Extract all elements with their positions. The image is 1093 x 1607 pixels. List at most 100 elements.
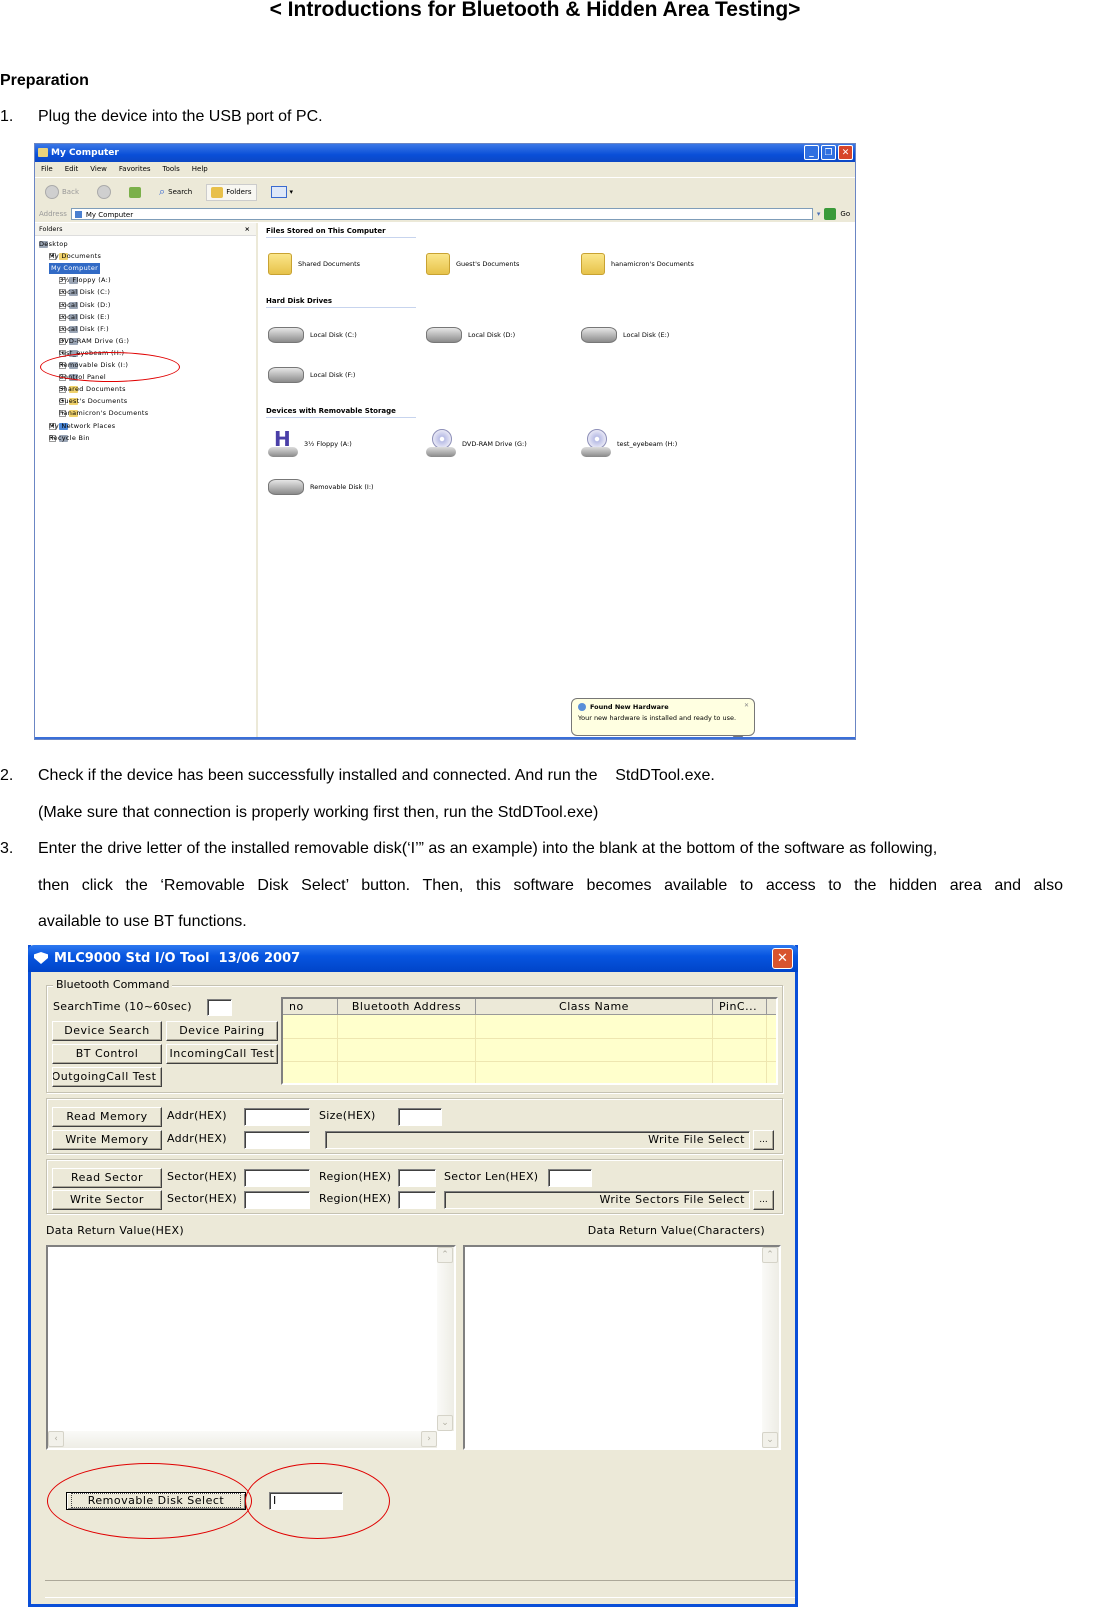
back-button[interactable]: Back [41,183,83,201]
tree-item[interactable]: + Local Disk (C:) [59,287,110,298]
menu-tools[interactable]: Tools [163,162,180,177]
menu-favorites[interactable]: Favorites [119,162,151,177]
tree-item[interactable]: Desktop [39,239,68,250]
restore-icon[interactable]: ❐ [821,145,836,160]
write-file-browse-button[interactable]: ... [753,1130,774,1150]
drive-letter-input[interactable]: I [269,1492,343,1510]
tree-item[interactable]: + My Documents [49,251,101,262]
folders-button[interactable]: Folders [206,183,257,201]
item-local-disk-c[interactable]: Local Disk (C:) [268,327,357,343]
scroll-up-icon[interactable]: ⌃ [437,1247,453,1263]
address-input[interactable]: My Computer [70,207,813,220]
menu-file[interactable]: File [41,162,53,177]
balloon-close-icon[interactable]: ✕ [744,702,749,709]
item-dvd-ram-g[interactable]: DVD-RAM Drive (G:) [426,429,527,459]
tree-item[interactable]: + test_eyebeam (H:) [59,348,124,359]
write-addr-input[interactable] [244,1131,310,1149]
write-sector-button[interactable]: Write Sector [52,1190,162,1210]
write-region-input[interactable] [398,1191,436,1209]
forward-button[interactable] [93,183,115,201]
read-memory-button[interactable]: Read Memory [52,1107,162,1127]
tree-item-label: My Computer [49,263,101,275]
item-local-disk-e[interactable]: Local Disk (E:) [581,327,669,343]
vertical-scrollbar[interactable]: ⌃ ⌄ [437,1247,454,1431]
found-new-hardware-balloon[interactable]: Found New Hardware ✕ Your new hardware i… [571,698,755,739]
item-local-disk-d[interactable]: Local Disk (D:) [426,327,515,343]
device-search-button[interactable]: Device Search [52,1021,162,1041]
column-header-no[interactable]: no [283,999,338,1015]
data-return-chars-output[interactable]: ⌃ ⌄ [463,1245,781,1450]
table-row[interactable] [283,1038,776,1062]
item-removable-disk-i[interactable]: Removable Disk (I:) [268,479,374,495]
scroll-up-icon[interactable]: ⌃ [762,1247,778,1263]
item-guests-documents[interactable]: Guest's Documents [426,253,519,275]
item-test-eyebeam-h[interactable]: test_eyebeam (H:) [581,429,677,459]
column-header-pincode[interactable]: PinC... [713,999,767,1015]
explorer-title-bar: My Computer _ ❐ ✕ [35,144,855,162]
item-hanamicrons-documents[interactable]: hanamicron's Documents [581,253,694,275]
write-memory-button[interactable]: Write Memory [52,1130,162,1150]
write-sectors-file-path[interactable]: Write Sectors File Select [444,1191,750,1209]
column-header-class-name[interactable]: Class Name [476,999,713,1015]
scroll-down-icon[interactable]: ⌄ [762,1432,778,1448]
search-time-input[interactable] [207,999,232,1016]
tree-item[interactable]: + Removable Disk (I:) [59,360,128,371]
read-sector-input[interactable] [244,1169,310,1187]
data-return-hex-output[interactable]: ⌃ ⌄ ‹ › [46,1245,456,1450]
go-icon[interactable] [824,207,837,220]
close-icon[interactable]: ✕ [838,145,853,160]
tree-item[interactable]: + Recycle Bin [49,433,89,444]
address-dropdown-icon[interactable]: ▾ [817,210,821,218]
tree-item[interactable]: + Guest's Documents [59,396,127,407]
table-row[interactable] [283,1061,776,1083]
read-addr-input[interactable] [244,1108,310,1126]
tree-item[interactable]: + Local Disk (D:) [59,300,110,311]
size-input[interactable] [398,1108,442,1126]
go-label[interactable]: Go [840,210,850,218]
column-header-bluetooth-address[interactable]: Bluetooth Address [338,999,476,1015]
read-sector-button[interactable]: Read Sector [52,1168,162,1188]
write-sectors-browse-button[interactable]: ... [753,1190,774,1210]
close-folders-pane-icon[interactable]: × [245,223,250,235]
views-button[interactable]: ▾ [267,184,298,200]
outgoing-call-test-button[interactable]: OutgoingCall Test [52,1067,162,1087]
tree-item[interactable]: + Local Disk (F:) [59,324,109,335]
incoming-call-test-button[interactable]: IncomingCall Test [166,1044,278,1064]
menu-edit[interactable]: Edit [65,162,79,177]
tree-item[interactable]: + My Network Places [49,421,115,432]
cd-drive-icon [426,429,456,459]
minimize-icon[interactable]: _ [804,145,819,160]
item-floppy-a[interactable]: 3½ Floppy (A:) [268,427,352,459]
tree-item-label: test_eyebeam (H:) [59,348,125,357]
tree-item[interactable]: + DVD-RAM Drive (G:) [59,336,129,347]
menu-view[interactable]: View [90,162,107,177]
table-row[interactable] [283,1015,776,1039]
tree-item[interactable]: + Shared Documents [59,384,126,395]
scroll-right-icon[interactable]: › [421,1431,437,1447]
horizontal-scrollbar[interactable]: ‹ › [48,1431,437,1448]
tree-item[interactable]: + Control Panel [59,372,106,383]
tool-body: Bluetooth Command SearchTime (10~60sec) … [31,972,795,1604]
close-icon[interactable]: ✕ [772,948,793,969]
document-title: < Introductions for Bluetooth & Hidden A… [269,0,801,21]
item-shared-documents[interactable]: Shared Documents [268,253,360,275]
write-file-path[interactable]: Write File Select [325,1131,750,1149]
write-sector-input[interactable] [244,1191,310,1209]
vertical-scrollbar[interactable]: ⌃ ⌄ [762,1247,779,1448]
scroll-left-icon[interactable]: ‹ [48,1431,64,1447]
up-arrow-icon [129,186,141,198]
scroll-down-icon[interactable]: ⌄ [437,1415,453,1431]
bt-control-button[interactable]: BT Control [52,1044,162,1064]
device-pairing-button[interactable]: Device Pairing [166,1021,278,1041]
search-button[interactable]: ⌕ Search [155,183,196,201]
up-folder-button[interactable] [125,185,145,200]
tree-item[interactable]: +3½ Floppy (A:) [59,275,111,286]
sector-len-input[interactable] [548,1169,592,1187]
item-local-disk-f[interactable]: Local Disk (F:) [268,367,355,383]
tree-item[interactable]: + Local Disk (E:) [59,312,110,323]
read-region-input[interactable] [398,1169,436,1187]
removable-disk-select-button[interactable]: Removable Disk Select [66,1492,246,1510]
menu-help[interactable]: Help [192,162,208,177]
tree-item[interactable]: −My Computer [49,263,101,275]
tree-item[interactable]: + hanamicron's Documents [59,408,148,419]
